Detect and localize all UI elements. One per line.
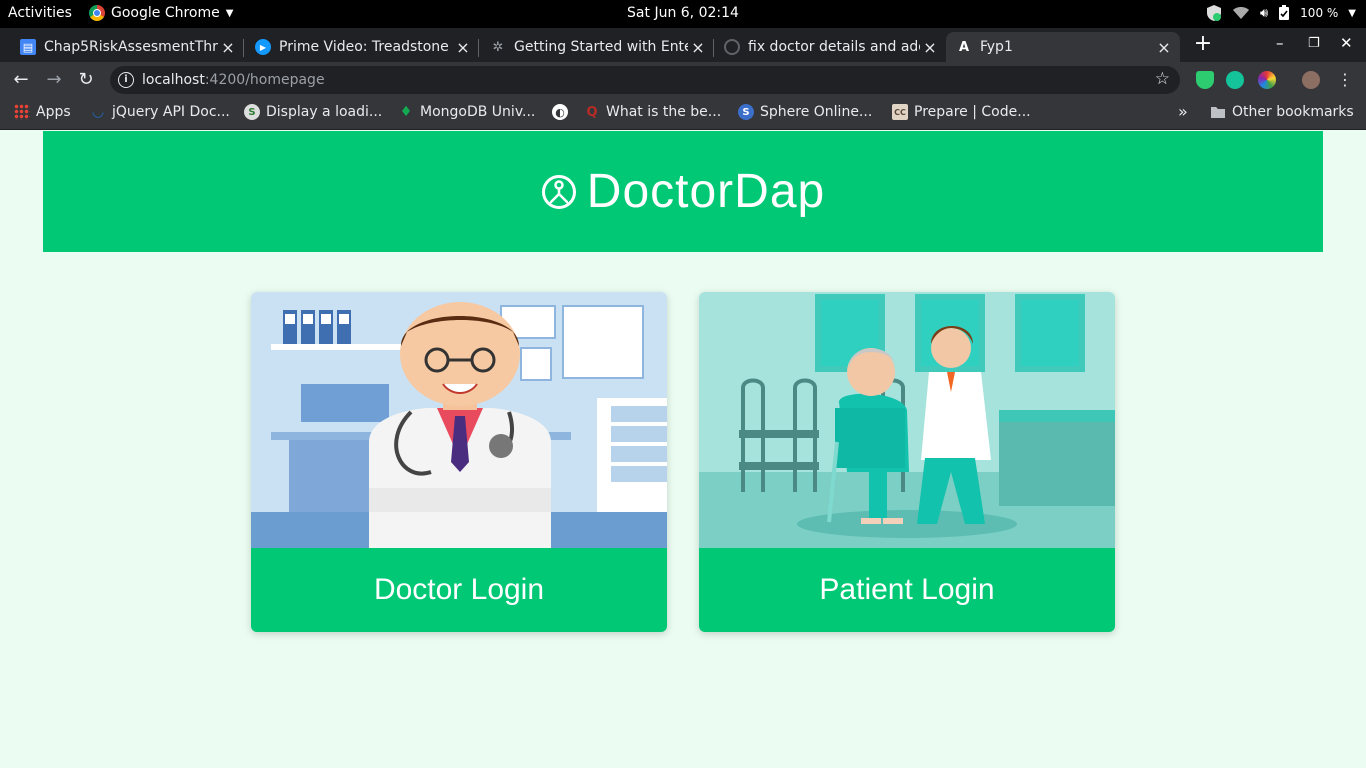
patient-illustration [699, 292, 1115, 548]
patient-login-card[interactable]: Patient Login [699, 292, 1115, 632]
tab-fyp1[interactable]: A Fyp1 × [946, 32, 1180, 62]
wifi-icon [1232, 7, 1249, 19]
battery-icon [1279, 5, 1290, 20]
bookmark-display-loading[interactable]: S Display a loadi... [244, 104, 382, 120]
volume-icon: 🔊︎ [1259, 5, 1269, 21]
bookmarks-bar: Apps ◡ jQuery API Doc... S Display a loa… [0, 98, 1366, 130]
app-name: Google Chrome [111, 5, 220, 21]
mongodb-leaf-icon: ♦ [399, 104, 413, 120]
url-text[interactable]: localhost:4200/homepage [142, 72, 325, 88]
quora-icon: Q [586, 104, 598, 120]
caret-down-icon: ▼ [225, 7, 234, 19]
url-host: localhost [142, 72, 205, 88]
angular-icon: A [958, 39, 970, 55]
tab-github[interactable]: fix doctor details and add × [714, 32, 946, 62]
brand[interactable]: DoctorDap [541, 164, 825, 219]
page-content: DoctorDap Doctor Login Patient Login [0, 131, 1366, 768]
bookmark-label: MongoDB Univ... [420, 104, 536, 120]
close-icon[interactable]: × [688, 38, 708, 57]
minimize-icon[interactable]: – [1276, 34, 1284, 52]
close-icon[interactable]: × [218, 38, 238, 57]
grammarly-icon[interactable] [1226, 71, 1244, 89]
bookmark-globe[interactable]: ◐ [552, 104, 568, 120]
bookmark-mongodb[interactable]: ♦ MongoDB Univ... [398, 104, 536, 120]
reload-button[interactable]: ↻ [75, 69, 97, 91]
header-banner: DoctorDap [43, 131, 1323, 252]
shield-icon [1206, 5, 1221, 21]
bookmark-spoj[interactable]: S Sphere Online... [738, 104, 872, 120]
folder-icon [1211, 107, 1225, 118]
tab-strip: ▤ Chap5RiskAssesmentThr × ▶ Prime Video:… [0, 28, 1366, 62]
close-icon[interactable]: × [453, 38, 473, 57]
prime-video-icon: ▶ [255, 39, 271, 55]
chrome-icon [89, 5, 105, 21]
caret-down-icon: ▼ [1348, 7, 1356, 19]
spoj-icon: S [738, 104, 754, 120]
url-path: :4200/homepage [204, 72, 325, 88]
back-button[interactable]: ← [10, 69, 32, 91]
bookmark-label: Sphere Online... [760, 104, 873, 120]
tab-title: Chap5RiskAssesmentThr [44, 39, 218, 55]
bee-icon: ✲ [492, 39, 504, 55]
close-icon[interactable]: × [1154, 38, 1174, 57]
bookmark-label: Other bookmarks [1232, 104, 1354, 120]
tab-title: Getting Started with Ente [514, 39, 688, 55]
chrome-menu-icon[interactable]: ⋮ [1334, 69, 1356, 91]
system-top-bar: Activities Google Chrome ▼ Sat Jun 6, 02… [0, 0, 1366, 28]
google-docs-icon: ▤ [20, 39, 36, 55]
jquery-icon: ◡ [92, 104, 104, 120]
tab-title: Fyp1 [980, 39, 1013, 55]
profile-avatar[interactable] [1302, 71, 1320, 89]
new-tab-button[interactable]: + [1188, 30, 1218, 60]
clock[interactable]: Sat Jun 6, 02:14 [627, 5, 739, 21]
bookmarks-overflow-button[interactable]: » [1178, 102, 1188, 121]
tab-getting-started[interactable]: ✲ Getting Started with Ente × [480, 32, 714, 62]
brand-name: DoctorDap [586, 165, 826, 218]
activities-button[interactable]: Activities [8, 5, 72, 21]
bookmark-label: What is the be... [606, 104, 722, 120]
color-picker-extension-icon[interactable] [1258, 71, 1276, 89]
info-icon[interactable]: i [118, 72, 134, 88]
doctor-login-button[interactable]: Doctor Login [251, 548, 667, 632]
restore-icon[interactable]: ❐ [1308, 36, 1320, 51]
system-tray[interactable]: 🔊︎ 100 % ▼ [1206, 4, 1356, 22]
tab-title: fix doctor details and add [748, 39, 920, 55]
bookmark-label: jQuery API Doc... [112, 104, 230, 120]
codechef-icon: CC [892, 104, 908, 120]
bookmark-quora[interactable]: Q What is the be... [584, 104, 721, 120]
app-menu[interactable]: Google Chrome ▼ [89, 5, 233, 21]
tab-prime-video[interactable]: ▶ Prime Video: Treadstone × [245, 32, 479, 62]
bookmark-label: Prepare | Code... [914, 104, 1031, 120]
browser-toolbar: ← → ↻ i localhost:4200/homepage ☆ ⋮ [0, 62, 1366, 98]
bookmark-jquery[interactable]: ◡ jQuery API Doc... [90, 104, 230, 120]
bookmark-codechef[interactable]: CC Prepare | Code... [892, 104, 1031, 120]
tab-chap5[interactable]: ▤ Chap5RiskAssesmentThr × [10, 32, 244, 62]
doctor-login-card[interactable]: Doctor Login [251, 292, 667, 632]
close-window-icon[interactable]: ✕ [1340, 34, 1353, 52]
github-icon [724, 39, 740, 55]
forward-button[interactable]: → [43, 69, 65, 91]
close-icon[interactable]: × [920, 38, 940, 57]
shield-extension-icon[interactable] [1196, 71, 1214, 89]
tab-title: Prime Video: Treadstone [279, 39, 449, 55]
stackblitz-icon: S [244, 104, 260, 120]
bookmark-star-icon[interactable]: ☆ [1155, 69, 1170, 89]
globe-icon: ◐ [552, 104, 568, 120]
stethoscope-logo-icon [541, 174, 576, 209]
address-bar[interactable]: i localhost:4200/homepage ☆ [110, 66, 1180, 94]
bookmark-apps[interactable]: Apps [14, 104, 71, 120]
patient-login-button[interactable]: Patient Login [699, 548, 1115, 632]
apps-grid-icon [14, 104, 30, 120]
doctor-illustration [251, 292, 667, 548]
bookmark-label: Display a loadi... [266, 104, 383, 120]
other-bookmarks[interactable]: Other bookmarks [1210, 104, 1354, 120]
battery-percent: 100 % [1300, 6, 1339, 20]
bookmark-label: Apps [36, 104, 71, 120]
